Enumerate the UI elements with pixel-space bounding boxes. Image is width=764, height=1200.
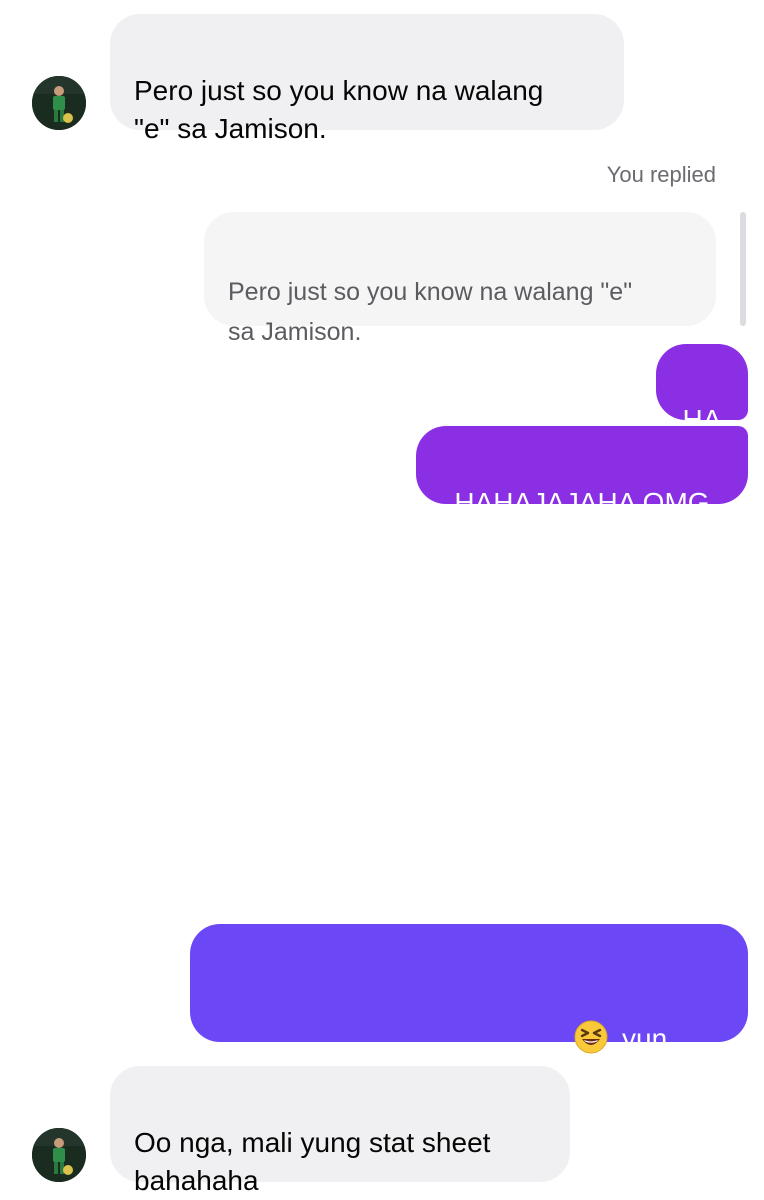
message-text: yun (622, 1023, 668, 1054)
contact-avatar[interactable] (32, 1128, 86, 1182)
message-text: HAHAJAJAHA OMG (454, 487, 710, 518)
grinning-squinting-face-icon (574, 1020, 608, 1054)
outgoing-message[interactable]: HA (656, 344, 748, 435)
outgoing-message[interactable]: HAHAJAJAHA OMG (416, 426, 748, 518)
reply-indicator-bar (740, 212, 746, 326)
quoted-text: Pero just so you know na walang "e" sa J… (228, 278, 633, 346)
message-text: Pero just so you know na walang "e" sa J… (134, 75, 544, 144)
incoming-message[interactable]: Pero just so you know na walang "e" sa J… (110, 14, 624, 144)
incoming-message[interactable]: Oo nga, mali yung stat sheet bahahaha (110, 1066, 570, 1196)
avatar-photo (32, 1128, 86, 1182)
avatar-photo (32, 76, 86, 130)
contact-avatar[interactable] (32, 76, 86, 130)
replied-label: You replied (606, 162, 716, 187)
message-first-line: yun (228, 982, 724, 1058)
message-text: Oo nga, mali yung stat sheet bahahaha (134, 1127, 491, 1196)
quoted-message[interactable]: Pero just so you know na walang "e" sa J… (204, 212, 716, 346)
outgoing-message[interactable]: yun kasi nasa stat sheet ata?? bahahaha (190, 924, 748, 1130)
